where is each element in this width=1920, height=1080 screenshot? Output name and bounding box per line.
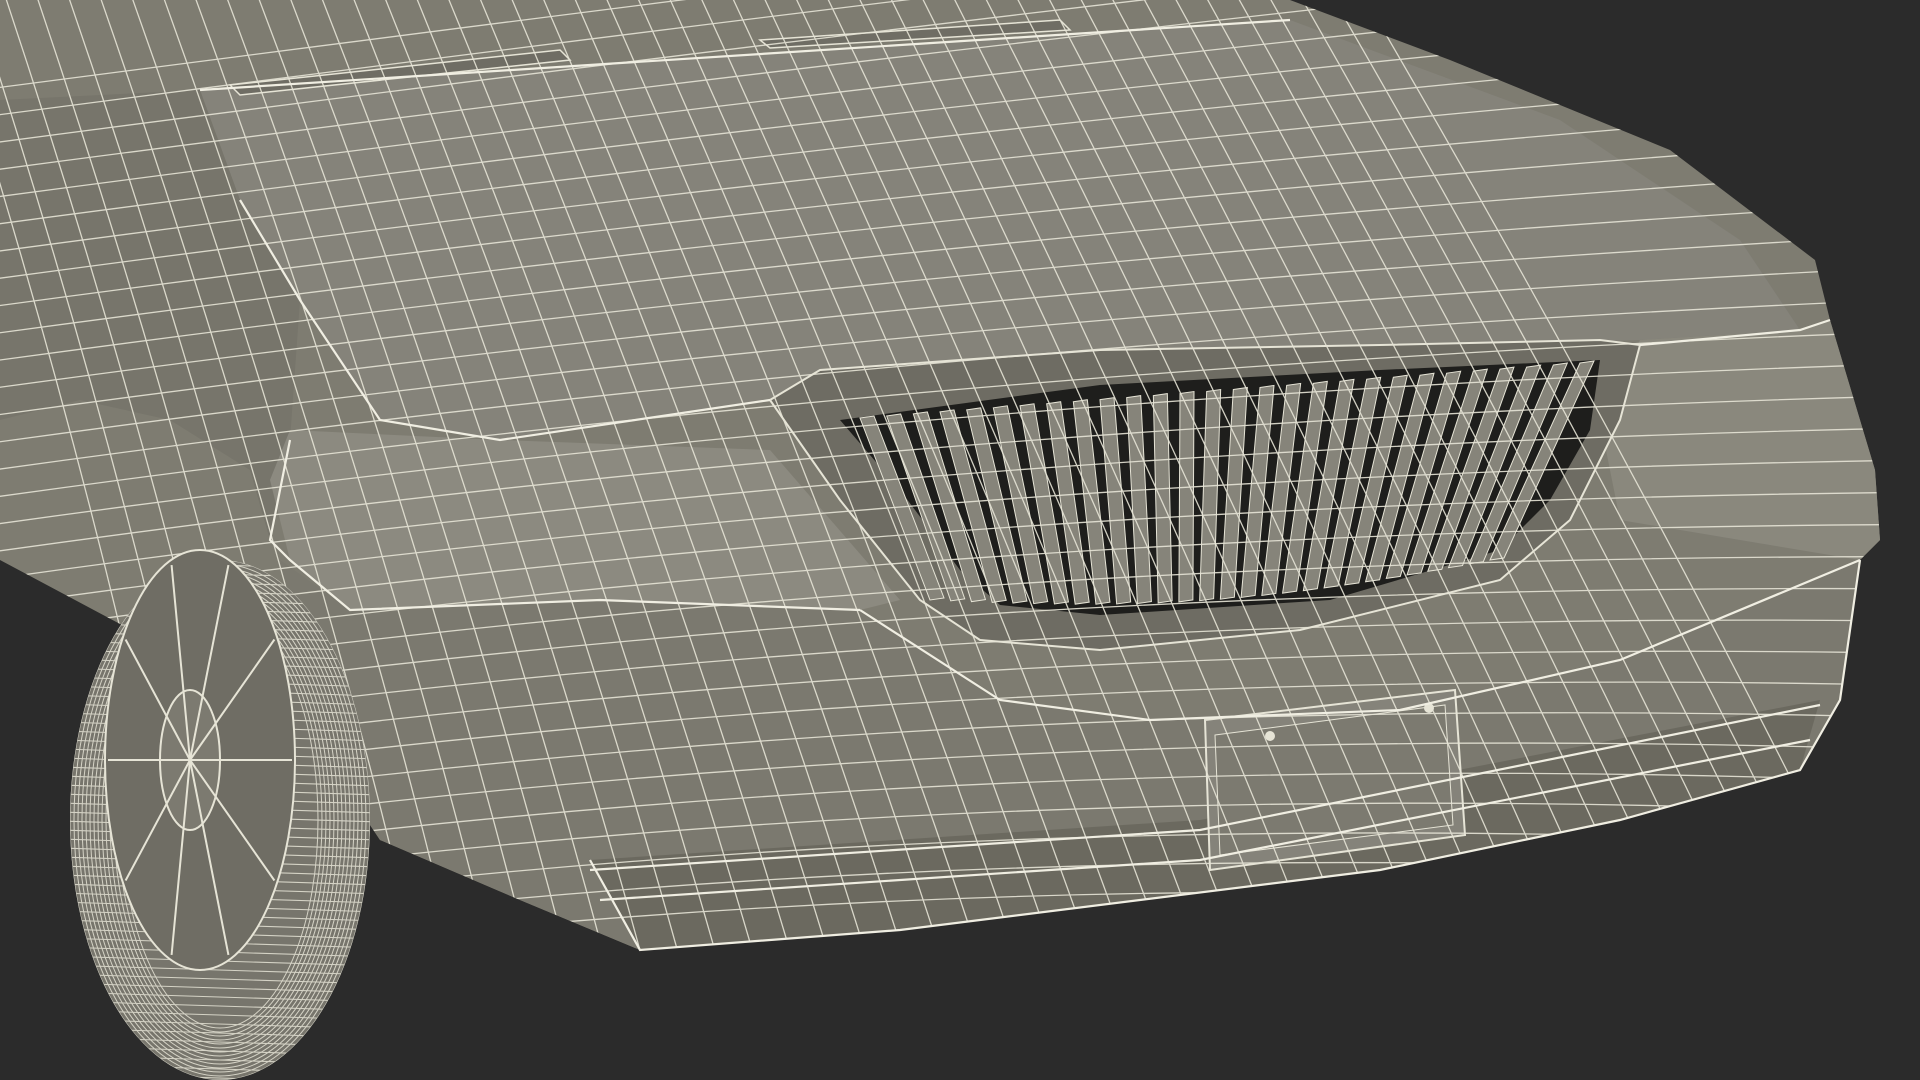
render-canvas [0, 0, 1920, 1080]
wireframe-car-render [0, 0, 1920, 1080]
plate-bolt [1265, 731, 1275, 741]
grille-slat [1178, 390, 1195, 603]
